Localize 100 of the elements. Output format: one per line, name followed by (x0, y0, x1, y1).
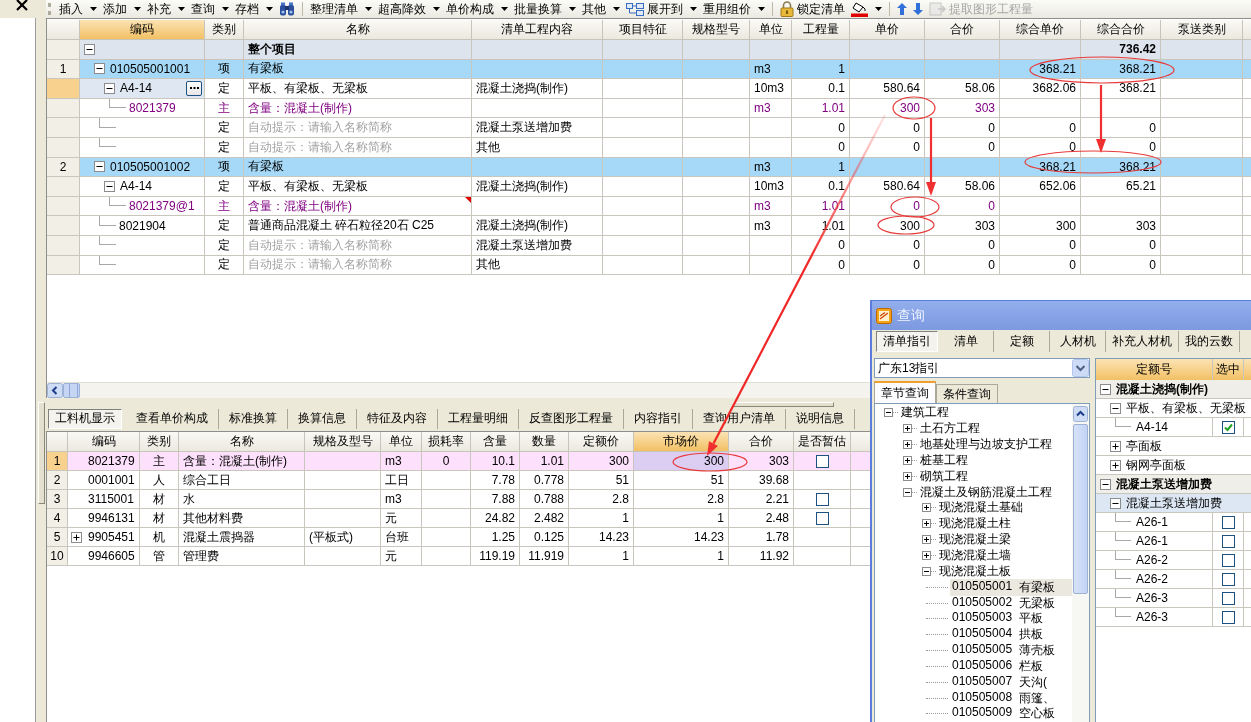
checkbox[interactable] (1221, 553, 1235, 567)
tree-item[interactable]: 010505002 无梁板 (950, 594, 1072, 612)
tab[interactable]: 查看单价构成 (126, 408, 219, 429)
tree-item[interactable]: 010505008 雨篷、 (950, 689, 1072, 707)
chevron-up-icon[interactable] (1073, 406, 1088, 422)
minus-box-icon[interactable] (1100, 383, 1111, 395)
table-row[interactable]: 10 9946605 管 管理费 元 119.19 11.919 1 1 11.92 (47, 547, 872, 566)
checkbox[interactable] (1221, 572, 1235, 586)
plus-box-icon[interactable] (903, 424, 912, 434)
tab[interactable]: 章节查询 (874, 381, 936, 403)
minus-box-icon[interactable] (1110, 402, 1121, 414)
column-header[interactable]: 规格型号 (683, 20, 750, 40)
column-header[interactable]: 规格及型号 (305, 432, 381, 452)
row-number[interactable]: 1 (47, 452, 68, 471)
chevron-left-icon[interactable] (47, 383, 63, 398)
tab[interactable]: 条件查询 (936, 384, 998, 403)
column-header[interactable]: 合价 (925, 20, 1000, 40)
table-row[interactable]: A4-14 定 平板、有梁板、无梁板 混凝土浇捣(制作) 10m3 0.1 580.64 58.06 3682.06 368.21 (47, 79, 1251, 99)
menu-button[interactable]: 单价构成 (444, 0, 510, 18)
menu-button[interactable]: 超高降效 (376, 0, 442, 18)
plus-box-icon[interactable] (903, 440, 912, 450)
minus-box-icon[interactable] (1110, 497, 1121, 509)
tree-item[interactable]: 010505004 拱板 (950, 626, 1072, 644)
tree-item[interactable]: 现浇混凝土墙 (937, 547, 1013, 564)
tab[interactable]: 补充人材机 (1106, 331, 1179, 352)
table-row[interactable]: 平板、有梁板、无梁板 (1096, 399, 1251, 418)
column-header[interactable]: 市场价 (634, 432, 729, 452)
row-number[interactable]: 10 (47, 547, 68, 566)
column-header[interactable]: 名称 (244, 20, 472, 40)
column-header[interactable]: 定额价 (569, 432, 634, 452)
tab[interactable]: 我的云数 (1179, 331, 1240, 352)
group-row[interactable]: 混凝土浇捣(制作) (1096, 380, 1251, 399)
tree-item[interactable]: 现浇混凝土梁 (937, 531, 1013, 549)
menu-button[interactable]: 批量换算 (512, 0, 578, 18)
menu-button[interactable]: 重用组价 (701, 0, 767, 18)
chevron-down-icon[interactable] (1072, 359, 1089, 377)
code-cell[interactable] (80, 255, 205, 276)
more-button[interactable] (186, 81, 202, 96)
table-row[interactable]: 1 8021379 主 含量：混凝土(制作) m3 0 10.1 1.01 300 300 303 (47, 452, 872, 471)
column-header[interactable]: 合价 (729, 432, 794, 452)
toolbar-grip[interactable] (48, 3, 51, 15)
table-row[interactable]: 5 9905451 机 混凝土震捣器 (平板式) 台班 1.25 0.125 14.23 14.23 1.78 (47, 528, 872, 547)
tab[interactable]: 工料机显示 (48, 408, 122, 429)
table-row[interactable]: A26-2 (1096, 551, 1251, 570)
minus-box-icon[interactable] (104, 83, 115, 94)
plus-box-icon[interactable] (1110, 440, 1121, 452)
minus-box-icon[interactable] (884, 408, 893, 418)
code-cell[interactable]: 8021904 (80, 216, 205, 236)
plus-box-icon[interactable] (922, 519, 931, 529)
menu-button[interactable]: 插入 (57, 0, 99, 18)
tree-item[interactable]: 建筑工程 (899, 404, 951, 422)
minus-box-icon[interactable] (1100, 478, 1111, 490)
minus-box-icon[interactable] (922, 566, 931, 576)
checkbox[interactable] (815, 454, 829, 468)
scrollbar-thumb[interactable] (1073, 424, 1088, 594)
column-header[interactable]: 单位 (381, 432, 422, 452)
tree-item[interactable]: 混凝土及钢筋混凝土工程 (918, 483, 1054, 501)
toolbar-button[interactable] (277, 0, 297, 18)
column-header[interactable]: 含量 (471, 432, 520, 452)
tree-item[interactable]: 现浇混凝土基础 (937, 499, 1025, 517)
menu-button[interactable]: 补充 (145, 0, 187, 18)
toolbar-button[interactable]: 锁定清单 (778, 0, 847, 18)
checkbox[interactable] (1221, 515, 1235, 529)
plus-box-icon[interactable] (903, 471, 912, 481)
plus-box-icon[interactable] (922, 551, 931, 560)
minus-box-icon[interactable] (104, 180, 115, 192)
table-row[interactable]: 定 自动提示：请输入名称简称 混凝土泵送增加费 0 0 0 0 0 (47, 118, 1251, 138)
tree-item[interactable]: 砌筑工程 (918, 467, 970, 485)
checkbox[interactable] (815, 511, 829, 525)
tab[interactable]: 清单 (938, 331, 994, 352)
checkbox[interactable] (1221, 534, 1235, 548)
table-row[interactable]: 4 9946131 材 其他材料费 元 24.82 2.482 1 1 2.48 (47, 509, 872, 528)
tree-item[interactable]: 010505009 空心板 (950, 705, 1072, 722)
row-number[interactable]: 5 (47, 528, 68, 547)
column-header[interactable]: 编码 (68, 432, 140, 452)
tree-item[interactable]: 土石方工程 (918, 420, 982, 438)
plus-box-icon[interactable] (922, 503, 931, 513)
table-row[interactable]: 定 自动提示：请输入名称简称 混凝土泵送增加费 0 0 0 0 0 (47, 235, 1251, 256)
table-row[interactable]: 3 3115001 材 水 m3 7.88 0.788 2.8 2.8 2.21 (47, 490, 872, 509)
scrollbar-thumb[interactable] (63, 383, 80, 398)
column-header[interactable] (851, 432, 872, 452)
column-header[interactable]: 类别 (205, 20, 244, 40)
plus-box-icon[interactable] (903, 455, 912, 465)
column-header[interactable]: 泵送类别 (1161, 20, 1243, 40)
group-row[interactable]: 混凝土泵送增加费 (1096, 475, 1251, 494)
column-header[interactable]: 综合合价 (1081, 20, 1161, 40)
column-header[interactable]: 单价 (850, 20, 925, 40)
code-cell[interactable]: 9946605 (68, 547, 140, 566)
tree-item[interactable]: 桩基工程 (918, 451, 970, 469)
tab[interactable]: 特征及内容 (357, 408, 438, 429)
tab[interactable]: 反查图形工程量 (519, 408, 624, 429)
menu-button[interactable]: 存档 (233, 0, 275, 18)
code-cell[interactable] (80, 235, 205, 256)
tree-item[interactable]: 现浇混凝土板 (937, 562, 1013, 580)
splitter-handle[interactable] (733, 402, 834, 407)
column-header[interactable]: 是否暂估 (794, 432, 851, 452)
code-cell[interactable]: A4-14 (80, 79, 205, 99)
table-row[interactable]: A4-14 定 平板、有梁板、无梁板 混凝土浇捣(制作) 10m3 0.1 580.64 58.06 652.06 65.21 (47, 177, 1251, 197)
splitter-handle[interactable] (37, 402, 45, 504)
column-header[interactable]: 编码 (80, 20, 205, 40)
